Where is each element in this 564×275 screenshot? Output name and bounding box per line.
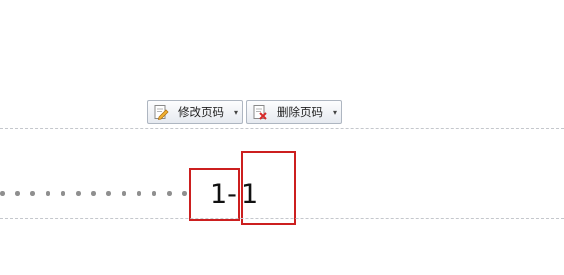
leader-dot bbox=[167, 191, 172, 196]
leader-dot bbox=[60, 191, 66, 196]
chevron-down-icon[interactable]: ▾ bbox=[333, 108, 337, 117]
edit-page-number-button[interactable]: 修改页码 ▾ bbox=[147, 100, 243, 124]
footer-bottom-boundary bbox=[0, 218, 564, 219]
tab-leader-dots bbox=[0, 187, 187, 201]
highlight-box-prefix bbox=[189, 168, 240, 221]
delete-page-number-button[interactable]: 删除页码 ▾ bbox=[246, 100, 342, 124]
highlight-box-value bbox=[241, 151, 296, 225]
chevron-down-icon[interactable]: ▾ bbox=[234, 108, 238, 117]
leader-dot bbox=[136, 191, 142, 196]
leader-dot bbox=[121, 191, 127, 196]
delete-page-icon bbox=[252, 104, 268, 120]
leader-dot bbox=[182, 191, 187, 196]
leader-dot bbox=[15, 191, 20, 196]
leader-dot bbox=[91, 191, 96, 196]
footer-top-boundary bbox=[0, 128, 564, 129]
leader-dot bbox=[30, 191, 35, 196]
edit-page-number-label: 修改页码 bbox=[178, 105, 224, 119]
delete-page-number-label: 删除页码 bbox=[277, 105, 323, 119]
leader-dot bbox=[106, 191, 111, 196]
leader-dot bbox=[75, 191, 81, 196]
page-footer-area: 修改页码 ▾ 删除页码 ▾ 1- 1 bbox=[0, 0, 564, 275]
leader-dot bbox=[45, 191, 51, 196]
leader-dot bbox=[0, 191, 5, 196]
leader-dot bbox=[151, 191, 157, 196]
edit-page-icon bbox=[153, 104, 169, 120]
